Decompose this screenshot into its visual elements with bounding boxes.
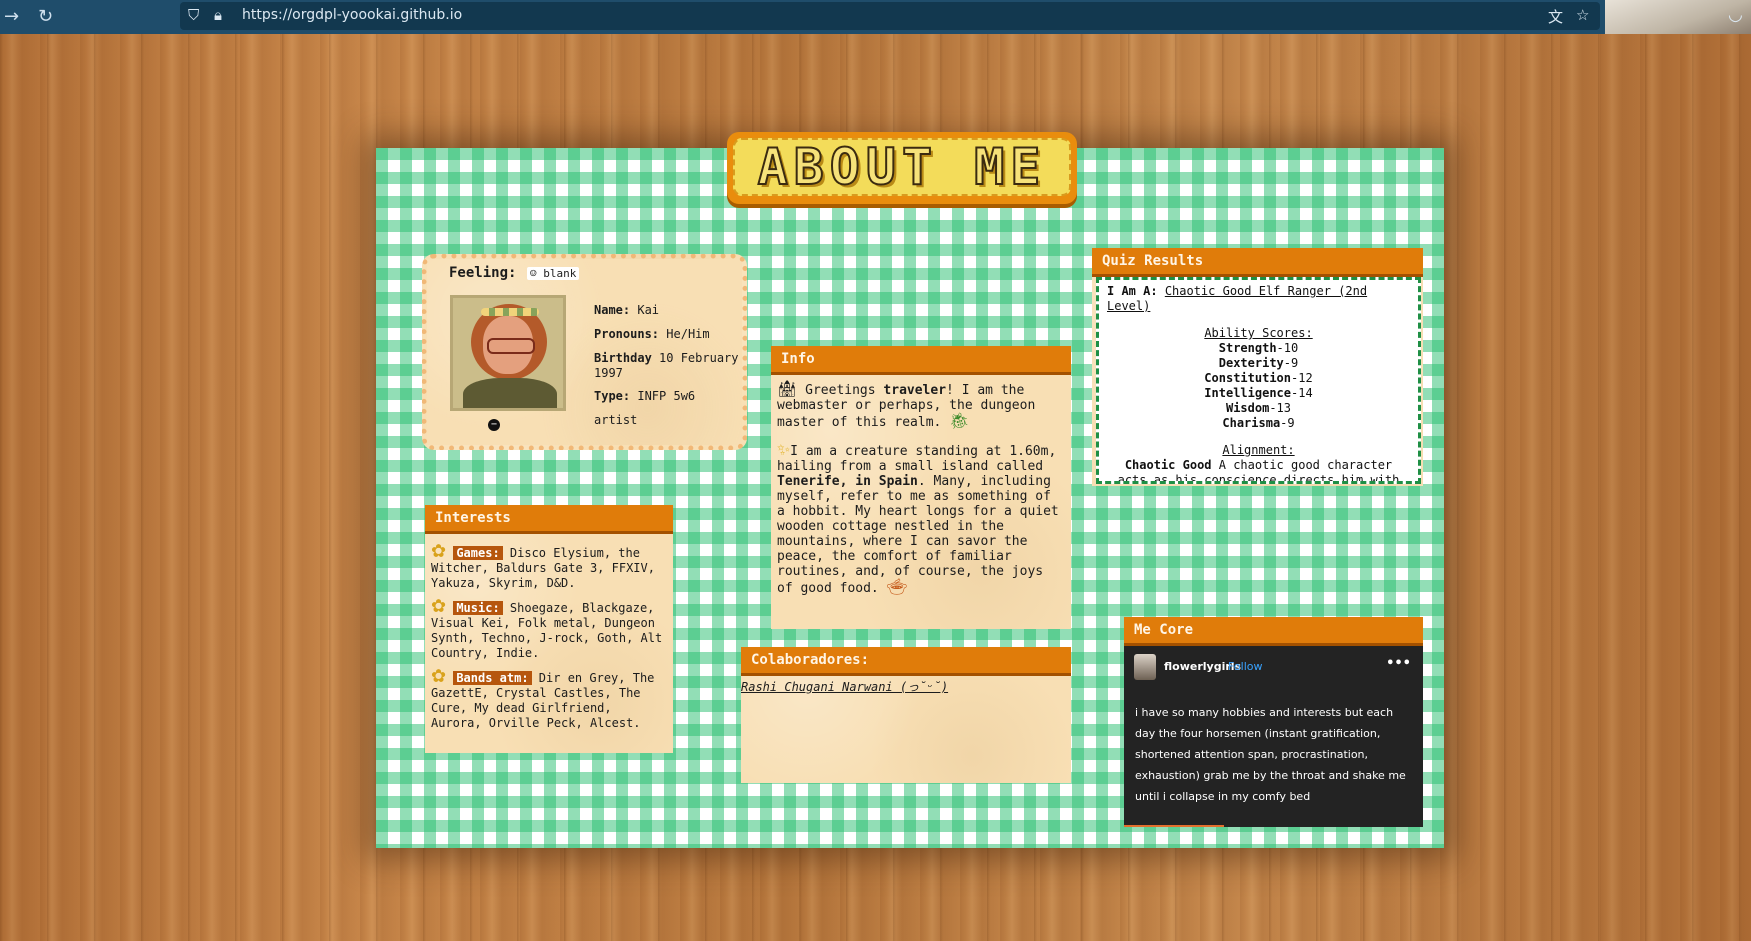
colaboradores-header: Colaboradores: [741, 647, 1071, 676]
translate-icon[interactable]: 文 [1548, 6, 1563, 27]
ability-intelligence: Intelligence-14 [1204, 386, 1313, 400]
info-header: Info [771, 346, 1071, 375]
info-paragraph-1: 🏰︎ Greetings traveler! I am the webmaste… [777, 379, 1036, 431]
minus-icon[interactable]: − [488, 419, 500, 431]
avatar [450, 295, 566, 411]
reload-icon[interactable]: ↻ [38, 6, 53, 27]
page-title: ABOUT ME [757, 137, 1047, 197]
birthday-label: Birthday [594, 351, 652, 365]
birthday-row: Birthday 10 February 1997 [594, 351, 744, 381]
quiz-iam-row: I Am A: Chaotic Good Elf Ranger (2nd Lev… [1107, 284, 1368, 313]
mecore-header: Me Core [1124, 617, 1423, 646]
tumblr-post-text: i have so many hobbies and interests but… [1135, 706, 1406, 803]
pronouns-row: Pronouns: He/Him [594, 327, 744, 342]
mecore-card: Me Core flowerlygirls Follow ••• i have … [1124, 617, 1423, 827]
ability-charisma: Charisma-9 [1222, 416, 1295, 430]
tumblr-avatar[interactable] [1134, 654, 1156, 680]
type-row: Type: INFP 5w6 [594, 389, 744, 404]
flower-icon: ✿ [431, 596, 447, 617]
url-field[interactable]: ⛉ 🔒︎ https://orgdpl-yoookai.github.io 文 … [180, 2, 1600, 30]
bug-icon: 🐞︎ [949, 411, 970, 430]
info-paragraph-2: ✨︎I am a creature standing at 1.60m, hai… [777, 440, 1059, 597]
more-options-icon[interactable]: ••• [1386, 656, 1411, 671]
interest-games: ✿ Games: Disco Elysium, the Witcher, Bal… [431, 541, 655, 591]
interests-header: Interests [425, 505, 673, 534]
colaborador-link[interactable]: Rashi Chugani Narwani (っ˘ᵕ˘) [741, 676, 1071, 697]
pronouns-value: He/Him [666, 327, 710, 341]
interests-body[interactable]: ✿ Games: Disco Elysium, the Witcher, Bal… [425, 534, 673, 749]
tumblr-embed: flowerlygirls Follow ••• i have so many … [1124, 646, 1423, 827]
alignment-text: Chaotic Good A chaotic good character ac… [1117, 458, 1400, 484]
alignment-title: Alignment: [1222, 443, 1295, 457]
title-plaque: ABOUT ME [727, 132, 1077, 204]
food-icon: 🍲︎ [886, 577, 907, 596]
info-card: Info 🏰︎ Greetings traveler! I am the web… [771, 346, 1071, 629]
ability-strength: Strength-10 [1218, 341, 1299, 355]
quiz-card: Quiz Results I Am A: Chaotic Good Elf Ra… [1092, 248, 1423, 486]
profile-card: Feeling: ☺ blank − Name: Kai Pronouns: H… [422, 254, 747, 450]
tumblr-progress [1124, 825, 1224, 827]
url-text[interactable]: https://orgdpl-yoookai.github.io [242, 7, 462, 23]
follow-button[interactable]: Follow [1228, 660, 1263, 673]
ability-title: Ability Scores: [1204, 326, 1313, 340]
interest-music: ✿ Music: Shoegaze, Blackgaze, Visual Kei… [431, 596, 663, 661]
interest-bands: ✿ Bands atm: Dir en Grey, The GazettE, C… [431, 666, 655, 731]
flower-icon: ✿ [431, 541, 447, 562]
interests-card: Interests ✿ Games: Disco Elysium, the Wi… [425, 505, 673, 753]
quiz-body[interactable]: I Am A: Chaotic Good Elf Ranger (2nd Lev… [1096, 277, 1421, 484]
type-value: INFP 5w6 [637, 389, 696, 403]
shield-icon[interactable]: ⛉ [188, 6, 199, 24]
feeling-status-text: blank [543, 267, 577, 280]
quiz-header: Quiz Results [1092, 248, 1423, 277]
castle-icon: 🏰︎ [777, 379, 798, 398]
name-value: Kai [637, 303, 660, 317]
ability-wisdom: Wisdom-13 [1225, 401, 1292, 415]
extra-row: artist [594, 413, 638, 427]
ability-dexterity: Dexterity-9 [1218, 356, 1299, 370]
pronouns-label: Pronouns: [594, 327, 660, 341]
arrow-right-icon[interactable]: → [4, 6, 19, 27]
pocket-icon[interactable]: ◡ [1728, 5, 1743, 25]
feeling-status: ☺ blank [527, 267, 580, 280]
type-label: Type: [594, 389, 631, 403]
flower-icon: ✿ [431, 666, 447, 687]
colaboradores-card: Colaboradores: Rashi Chugani Narwani (っ˘… [741, 647, 1071, 783]
browser-toolbar: → ↻ ⛉ 🔒︎ https://orgdpl-yoookai.github.i… [0, 0, 1751, 34]
feeling-label: Feeling: [449, 265, 517, 281]
lock-icon[interactable]: 🔒︎ [214, 6, 222, 24]
ability-constitution: Constitution-12 [1204, 371, 1313, 385]
sparkle-icon: ✨︎ [777, 440, 791, 459]
name-label: Name: [594, 303, 631, 317]
name-row: Name: Kai [594, 303, 744, 318]
star-icon[interactable]: ☆ [1576, 6, 1589, 24]
